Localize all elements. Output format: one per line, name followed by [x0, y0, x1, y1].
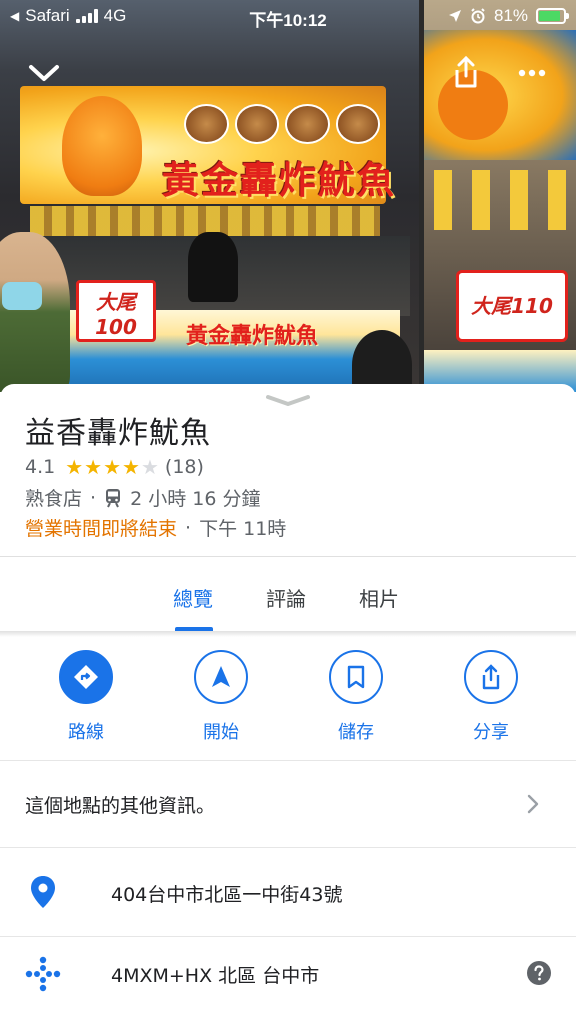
star-icon: ★ — [122, 455, 140, 479]
share-button[interactable]: 分享 — [436, 650, 546, 744]
transit-time: 2 小時 16 分鐘 — [130, 488, 261, 510]
rating-value: 4.1 — [25, 456, 56, 478]
tab-reviews[interactable]: 評論 — [266, 583, 306, 612]
rating-stars: ★ ★ ★ ★ ★ — [65, 457, 159, 477]
photo-header[interactable]: 黃金轟炸魷魚 黃金轟炸魷魚 大尾100 大尾110 — [0, 0, 576, 392]
share-icon — [482, 664, 500, 690]
hours-status: 營業時間即將結束 — [25, 518, 178, 540]
location-arrow-icon — [448, 10, 461, 22]
tab-bar: 總覽 評論 相片 — [0, 557, 576, 632]
vendor — [188, 232, 238, 302]
help-icon[interactable] — [527, 961, 551, 985]
share-photo-button[interactable] — [446, 52, 486, 92]
chevron-down-icon — [29, 65, 59, 81]
battery-percent: 81% — [493, 6, 528, 25]
share-circle — [464, 650, 518, 704]
train-icon — [106, 488, 121, 507]
hours-row[interactable]: 營業時間即將結束 · 下午 11時 — [25, 514, 286, 541]
directions-icon — [74, 665, 98, 689]
face-mask — [2, 282, 42, 310]
directions-label: 路線 — [68, 722, 104, 743]
rating-row[interactable]: 4.1 ★ ★ ★ ★ ★ (18) — [25, 456, 204, 478]
more-horizontal-icon — [518, 69, 546, 77]
status-right: 81% — [448, 6, 569, 26]
status-bar: ◀ Safari 4G 下午10:12 81% — [0, 0, 576, 34]
star-icon: ★ — [65, 455, 84, 479]
side-hanging-squid — [434, 170, 574, 230]
star-icon: ★ — [103, 455, 122, 479]
place-title: 益香轟炸魷魚 — [25, 416, 211, 451]
directions-circle — [59, 650, 113, 704]
side-price-text: 大尾110 — [471, 294, 553, 318]
star-icon: ★ — [84, 455, 103, 479]
star-empty-icon: ★ — [140, 455, 159, 479]
save-label: 儲存 — [338, 722, 374, 743]
tab-shadow — [0, 631, 576, 637]
start-label: 開始 — [203, 722, 239, 743]
squid-mascot — [62, 96, 142, 196]
plus-code-text: 4MXM+HX 北區 台中市 — [111, 965, 320, 987]
save-circle — [329, 650, 383, 704]
place-sheet: 益香轟炸魷魚 4.1 ★ ★ ★ ★ ★ (18) 熟食店 · 2 小時 16 … — [0, 384, 576, 1024]
address-text: 404台中市北區一中街43號 — [111, 884, 343, 906]
battery-icon — [536, 8, 569, 24]
counter-sign-text: 黃金轟炸魷魚 — [186, 324, 319, 349]
price-board-text: 大尾100 — [95, 290, 137, 339]
share-icon — [455, 55, 477, 88]
stall-sign-text: 黃金轟炸魷魚 — [162, 158, 396, 202]
drag-handle-icon[interactable] — [264, 392, 312, 408]
customer-2 — [352, 330, 412, 392]
closing-time: 下午 11時 — [199, 518, 287, 540]
location-pin-icon — [31, 876, 55, 908]
start-circle — [194, 650, 248, 704]
review-count: (18) — [164, 456, 204, 478]
category: 熟食店 — [25, 488, 83, 510]
navigation-icon — [212, 666, 230, 687]
food-pictures — [184, 104, 380, 144]
alarm-icon — [471, 8, 485, 24]
tab-photos[interactable]: 相片 — [359, 583, 399, 612]
category-row: 熟食店 · 2 小時 16 分鐘 — [25, 484, 260, 511]
separator-dot: · — [90, 486, 97, 509]
address-row[interactable]: 404台中市北區一中街43號 — [0, 848, 576, 936]
separator-dot: · — [185, 516, 192, 539]
more-info-row[interactable]: 這個地點的其他資訊。 — [0, 761, 576, 847]
more-options-button[interactable] — [512, 56, 552, 90]
share-label: 分享 — [473, 722, 509, 743]
more-info-text: 這個地點的其他資訊。 — [25, 794, 216, 817]
tab-overview[interactable]: 總覽 — [173, 583, 213, 612]
plus-code-icon — [25, 956, 61, 992]
plus-code-row[interactable]: 4MXM+HX 北區 台中市 — [0, 937, 576, 1011]
save-button[interactable]: 儲存 — [301, 650, 411, 744]
action-buttons: 路線 開始 儲存 分享 — [0, 650, 576, 750]
collapse-button[interactable] — [24, 56, 64, 90]
customer — [0, 232, 70, 392]
chevron-right-icon — [527, 794, 539, 814]
directions-button[interactable]: 路線 — [31, 650, 141, 744]
bookmark-icon — [347, 665, 365, 689]
start-button[interactable]: 開始 — [166, 650, 276, 744]
